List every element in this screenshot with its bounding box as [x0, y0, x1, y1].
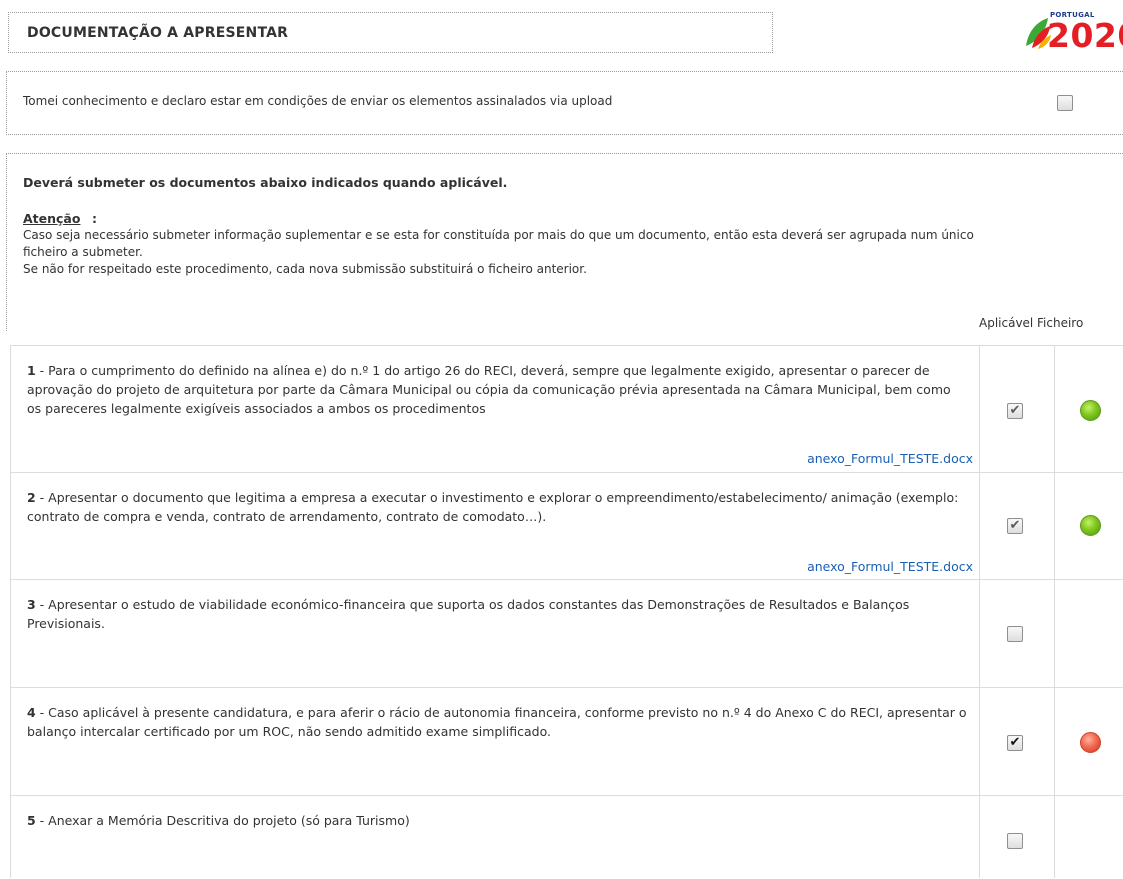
- declaration-text: Tomei conhecimento e declaro estar em co…: [23, 94, 613, 108]
- document-file-link[interactable]: anexo_Formul_TESTE.docx: [807, 559, 973, 574]
- document-description: 5 - Anexar a Memória Descritiva do proje…: [27, 811, 967, 830]
- section-header: DOCUMENTAÇÃO A APRESENTAR: [8, 12, 773, 53]
- document-file-link[interactable]: anexo_Formul_TESTE.docx: [807, 451, 973, 466]
- applicable-checkbox[interactable]: [1007, 626, 1023, 642]
- instructions-body: Caso seja necessário submeter informação…: [23, 227, 1103, 278]
- declaration-panel: Tomei conhecimento e declaro estar em co…: [6, 71, 1123, 135]
- instructions-line: Se não for respeitado este procedimento,…: [23, 262, 587, 276]
- applicable-checkbox[interactable]: [1007, 833, 1023, 849]
- declaration-checkbox[interactable]: [1057, 95, 1073, 111]
- table-row: 4 - Caso aplicável à presente candidatur…: [11, 688, 1123, 796]
- status-ok-icon: [1080, 400, 1101, 421]
- document-number: 3: [27, 597, 36, 612]
- applicable-checkbox[interactable]: ✔: [1007, 735, 1023, 751]
- table-row: 1 - Para o cumprimento do definido na al…: [11, 346, 1123, 473]
- document-text: - Apresentar o estudo de viabilidade eco…: [27, 597, 910, 631]
- document-description: 2 - Apresentar o documento que legitima …: [27, 488, 967, 526]
- table-row: 2 - Apresentar o documento que legitima …: [11, 473, 1123, 580]
- instructions-line: Caso seja necessário submeter informação…: [23, 228, 974, 242]
- document-text: - Anexar a Memória Descritiva do projeto…: [35, 813, 410, 828]
- applicable-checkbox[interactable]: ✔: [1007, 518, 1023, 534]
- instructions-heading: Deverá submeter os documentos abaixo ind…: [23, 175, 508, 190]
- document-text: - Caso aplicável à presente candidatura,…: [27, 705, 967, 739]
- column-header-file: Ficheiro: [1037, 316, 1084, 330]
- portugal-2020-logo: PORTUGAL 2020: [1024, 11, 1123, 55]
- logo-year-text: 2020: [1047, 16, 1123, 55]
- table-row: 3 - Apresentar o estudo de viabilidade e…: [11, 580, 1123, 688]
- document-number: 5: [27, 813, 36, 828]
- attention-label: Atenção: [23, 211, 81, 226]
- section-title: DOCUMENTAÇÃO A APRESENTAR: [27, 24, 289, 41]
- column-header-applicable: Aplicável: [979, 316, 1034, 330]
- status-ok-icon: [1080, 515, 1101, 536]
- document-description: 1 - Para o cumprimento do definido na al…: [27, 361, 967, 418]
- document-description: 4 - Caso aplicável à presente candidatur…: [27, 703, 967, 741]
- document-text: - Para o cumprimento do definido na alín…: [27, 363, 951, 416]
- table-row: 5 - Anexar a Memória Descritiva do proje…: [11, 796, 1123, 879]
- status-error-icon: [1080, 732, 1101, 753]
- instructions-panel: Deverá submeter os documentos abaixo ind…: [6, 153, 1123, 331]
- document-number: 2: [27, 490, 36, 505]
- document-text: - Apresentar o documento que legitima a …: [27, 490, 959, 524]
- applicable-checkbox[interactable]: ✔: [1007, 403, 1023, 419]
- instructions-line: ficheiro a submeter.: [23, 245, 143, 259]
- document-number: 4: [27, 705, 36, 720]
- document-number: 1: [27, 363, 36, 378]
- documents-table: 1 - Para o cumprimento do definido na al…: [10, 345, 1123, 878]
- document-description: 3 - Apresentar o estudo de viabilidade e…: [27, 595, 967, 633]
- attention-colon: :: [92, 211, 97, 226]
